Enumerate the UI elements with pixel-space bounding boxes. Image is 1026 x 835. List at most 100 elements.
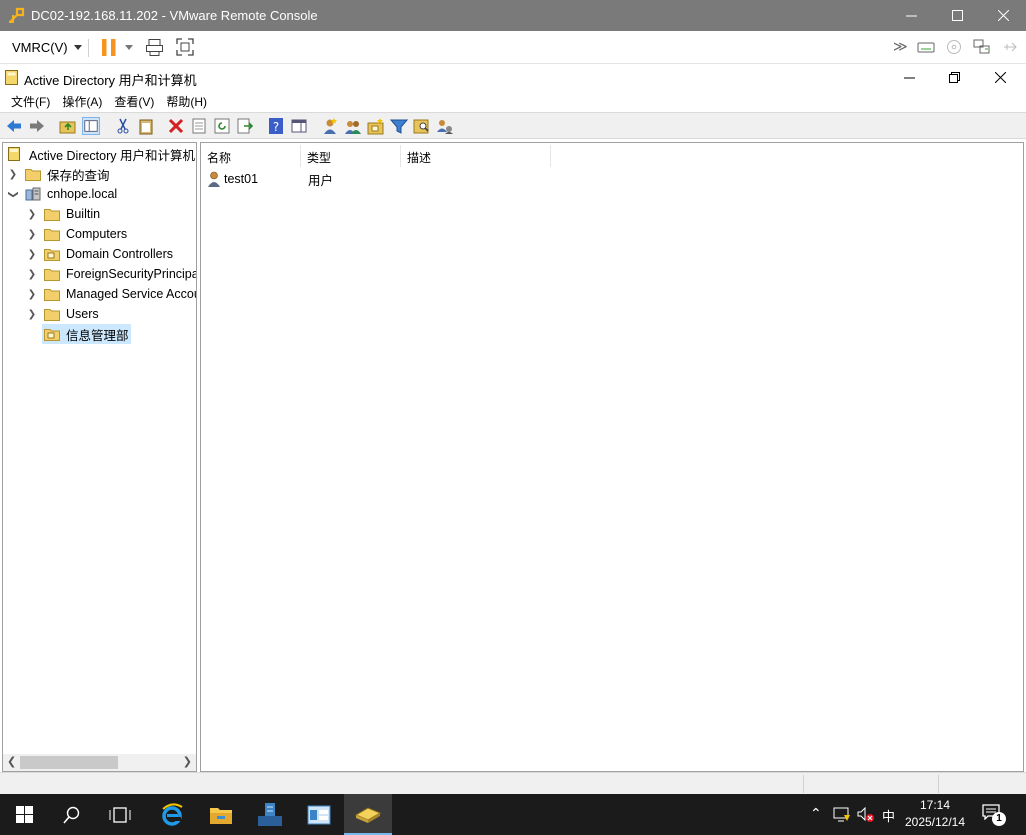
tree-node-computers[interactable]: ❯ Computers xyxy=(25,224,127,244)
menu-action[interactable]: 操作(A) xyxy=(56,90,108,112)
vmrc-title-bar: DC02-192.168.11.202 - VMware Remote Cons… xyxy=(0,0,1026,31)
expand-chevron-icon[interactable]: ❯ xyxy=(25,289,39,300)
taskbar-file-explorer[interactable] xyxy=(197,794,245,835)
menu-help[interactable]: 帮助(H) xyxy=(160,90,213,112)
paste-icon[interactable] xyxy=(137,117,155,135)
mmc-title-bar: Active Directory 用户和计算机 xyxy=(0,65,1026,90)
minimize-button[interactable] xyxy=(888,0,934,31)
tree-node-label: 信息管理部 xyxy=(66,328,129,343)
folder-icon xyxy=(44,269,60,281)
folder-icon xyxy=(44,209,60,221)
expand-chevron-icon[interactable]: ❯ xyxy=(6,169,20,180)
taskbar-server-manager[interactable] xyxy=(246,794,294,835)
column-header-description[interactable]: 描述 xyxy=(401,145,551,167)
export-list-icon[interactable] xyxy=(236,117,254,135)
network-adapter-icon[interactable] xyxy=(973,39,991,55)
tree-node-builtin[interactable]: ❯ Builtin xyxy=(25,204,100,224)
taskbar-dns-manager[interactable] xyxy=(295,794,343,835)
properties-icon[interactable] xyxy=(190,117,208,135)
expand-chevron-icon[interactable]: ❯ xyxy=(25,249,39,260)
create-group-icon[interactable] xyxy=(344,117,362,135)
help-icon[interactable]: ? xyxy=(267,117,285,135)
power-dropdown-icon[interactable] xyxy=(125,45,133,50)
hard-disk-icon[interactable] xyxy=(917,40,935,54)
scroll-right-icon[interactable]: ❯ xyxy=(183,755,192,768)
details-list-pane: 名称 类型 描述 test01 用户 xyxy=(200,142,1024,772)
cd-drive-icon[interactable] xyxy=(946,39,962,55)
refresh-icon[interactable] xyxy=(213,117,231,135)
vmrc-menu-button[interactable]: VMRC(V) xyxy=(12,40,82,55)
show-action-pane-icon[interactable] xyxy=(290,117,308,135)
tree-node-label: Users xyxy=(66,307,99,321)
expand-chevron-icon[interactable]: ❯ xyxy=(25,269,39,280)
expand-chevron-icon[interactable]: ❯ xyxy=(25,309,39,320)
column-header-type[interactable]: 类型 xyxy=(301,145,401,167)
send-ctrl-alt-del-icon[interactable] xyxy=(146,39,164,56)
mmc-restore-button[interactable] xyxy=(931,65,977,90)
taskbar-clock[interactable]: 17:14 2025/12/14 xyxy=(896,797,974,831)
tree-node-foreign-security-principals[interactable]: ❯ ForeignSecurityPrincipals xyxy=(25,264,196,284)
folder-icon xyxy=(44,289,60,301)
tree-node-info-management[interactable]: 信息管理部 xyxy=(42,324,131,344)
filter-icon[interactable] xyxy=(390,117,408,135)
tree-node-domain-controllers[interactable]: ❯ Domain Controllers xyxy=(25,244,173,264)
create-ou-icon[interactable] xyxy=(367,117,385,135)
active-directory-icon xyxy=(5,70,18,85)
expand-chevron-icon[interactable]: ❯ xyxy=(25,229,39,240)
start-button[interactable] xyxy=(0,794,48,835)
find-icon[interactable] xyxy=(413,117,431,135)
list-row[interactable]: test01 用户 xyxy=(207,169,408,189)
scroll-left-icon[interactable]: ❮ xyxy=(7,755,16,768)
cut-icon[interactable] xyxy=(114,117,132,135)
task-view-button[interactable] xyxy=(96,794,144,835)
search-icon xyxy=(63,806,80,824)
status-bar xyxy=(0,772,1026,794)
menu-file[interactable]: 文件(F) xyxy=(5,90,56,112)
volume-muted-icon[interactable] xyxy=(857,807,875,823)
active-directory-icon xyxy=(8,147,20,161)
mmc-close-button[interactable] xyxy=(977,65,1023,90)
close-button[interactable] xyxy=(980,0,1026,31)
more-options-icon[interactable]: ≫ xyxy=(893,38,908,55)
mmc-menu-bar: 文件(F) 操作(A) 查看(V) 帮助(H) xyxy=(0,90,1026,112)
collapse-chevron-icon[interactable]: ❯ xyxy=(8,187,19,201)
active-directory-book-icon xyxy=(355,806,381,823)
tree-node-domain[interactable]: ❯ cnhope.local xyxy=(6,184,118,204)
dropdown-arrow-icon xyxy=(73,45,82,50)
taskbar-active-directory[interactable] xyxy=(344,794,392,835)
up-folder-icon[interactable] xyxy=(59,117,77,135)
folder-icon xyxy=(25,169,41,181)
add-to-group-icon[interactable] xyxy=(436,117,454,135)
search-button[interactable] xyxy=(48,794,96,835)
column-header-name[interactable]: 名称 xyxy=(201,145,301,167)
delete-icon[interactable] xyxy=(167,117,185,135)
tree-horizontal-scrollbar[interactable]: ❮ ❯ xyxy=(3,754,196,771)
scrollbar-thumb[interactable] xyxy=(20,756,118,769)
folder-icon xyxy=(44,309,60,321)
windows-logo-icon xyxy=(15,806,33,823)
tree-node-users[interactable]: ❯ Users xyxy=(25,304,99,324)
input-method-indicator[interactable]: 中 xyxy=(882,806,895,825)
maximize-button[interactable] xyxy=(934,0,980,31)
toolbar-separator xyxy=(88,39,89,57)
show-hide-console-tree-icon[interactable] xyxy=(82,117,100,135)
tree-node-saved-queries[interactable]: ❯ 保存的查询 xyxy=(6,164,110,184)
create-user-icon[interactable] xyxy=(321,117,339,135)
network-warning-icon[interactable] xyxy=(833,807,851,823)
action-center-button[interactable]: 1 xyxy=(982,804,1006,826)
fullscreen-icon[interactable] xyxy=(176,38,194,56)
tree-node-managed-service-accounts[interactable]: ❯ Managed Service Accounts xyxy=(25,284,196,304)
back-arrow-icon[interactable] xyxy=(5,117,23,135)
tree-root-node[interactable]: Active Directory 用户和计算机 xyxy=(7,144,195,164)
forward-arrow-icon[interactable] xyxy=(28,117,46,135)
ou-icon xyxy=(44,329,60,341)
usb-icon[interactable] xyxy=(1002,40,1018,54)
mmc-minimize-button[interactable] xyxy=(886,65,932,90)
menu-view[interactable]: 查看(V) xyxy=(108,90,160,112)
vmrc-app-icon xyxy=(9,7,25,23)
show-hidden-icons-icon[interactable]: ⌃ xyxy=(810,805,822,822)
taskbar-internet-explorer[interactable] xyxy=(148,794,196,835)
tree-node-label: Active Directory 用户和计算机 xyxy=(29,148,195,163)
pause-icon[interactable] xyxy=(102,39,116,56)
expand-chevron-icon[interactable]: ❯ xyxy=(25,209,39,220)
